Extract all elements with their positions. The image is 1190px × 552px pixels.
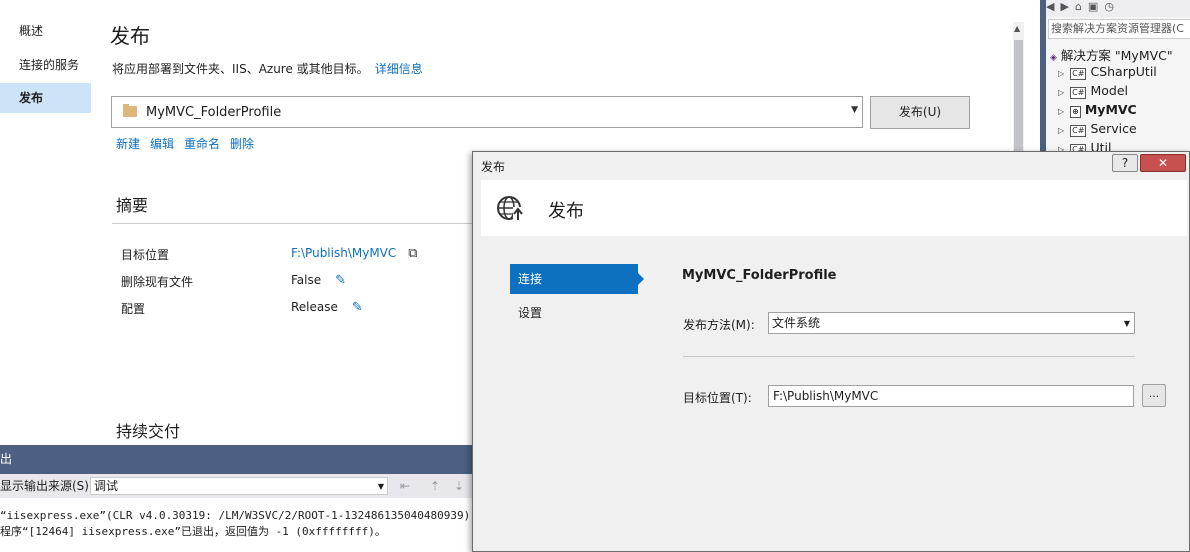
output-title-bar: 出 <box>0 445 480 474</box>
dialog-title: 发布 <box>481 160 506 174</box>
history-icon[interactable]: ◷ <box>1104 0 1114 13</box>
edit-pencil-icon[interactable]: ✎ <box>335 273 346 288</box>
solution-label: 解决方案 "MyMVC" <box>1060 48 1173 63</box>
csharp-project-icon: C# <box>1070 87 1087 99</box>
back-icon[interactable]: ◀ <box>1046 0 1054 13</box>
dialog-body: 连接 设置 MyMVC_FolderProfile 发布方法(M): 文件系统 … <box>481 238 1187 551</box>
output-toolbar: 显示输出来源(S): 调试 ▼ ⇤ ⇡ ⇣ <box>0 474 480 498</box>
details-link[interactable]: 详细信息 <box>375 62 423 76</box>
output-source-value: 调试 <box>94 479 119 493</box>
summary-value-delete-existing: False ✎ <box>291 273 346 288</box>
page-description: 将应用部署到文件夹、IIS、Azure 或其他目标。 详细信息 <box>112 60 423 77</box>
project-label: CSharpUtil <box>1090 64 1157 79</box>
description-text: 将应用部署到文件夹、IIS、Azure 或其他目标。 <box>112 62 369 76</box>
output-line: “iisexpress.exe”(CLR v4.0.30319: /LM/W3S… <box>0 509 506 522</box>
new-profile-link[interactable]: 新建 <box>116 137 140 151</box>
profile-select-value: MyMVC_FolderProfile <box>146 105 282 120</box>
tree-item[interactable]: ▷ ⊕ MyMVC <box>1058 102 1137 118</box>
publish-method-select[interactable]: 文件系统 ▼ <box>768 312 1135 334</box>
nav-item-connected-services[interactable]: 连接的服务 <box>0 50 91 80</box>
output-source-select[interactable]: 调试 ▼ <box>90 477 388 495</box>
summary-value-target: F:\Publish\MyMVC ⧉ <box>291 246 418 261</box>
delete-existing-value: False <box>291 273 322 287</box>
publish-dialog: 发布 ? ✕ 发布 连接 设置 MyMVC_FolderProfile 发布方法… <box>472 151 1190 552</box>
expand-arrow-icon[interactable]: ▷ <box>1058 69 1064 78</box>
view-switch-icon[interactable]: ▣ <box>1088 0 1098 13</box>
target-location-input[interactable]: F:\Publish\MyMVC <box>768 385 1134 407</box>
nav-item-publish[interactable]: 发布 <box>0 83 91 113</box>
dialog-titlebar[interactable]: 发布 ? ✕ <box>473 152 1189 178</box>
left-nav: 概述 连接的服务 发布 <box>0 0 92 445</box>
profile-select[interactable]: MyMVC_FolderProfile ▼ <box>111 96 863 128</box>
project-label: Model <box>1090 83 1128 98</box>
target-location-label: 目标位置(T): <box>683 391 752 405</box>
csharp-project-icon: C# <box>1070 125 1087 137</box>
close-icon: ✕ <box>1157 156 1169 170</box>
continuous-delivery-heading: 持续交付 <box>116 422 181 441</box>
summary-label-configuration: 配置 <box>121 302 146 316</box>
dialog-divider <box>683 356 1135 357</box>
dialog-heading: 发布 <box>548 201 584 222</box>
page-title: 发布 <box>110 24 150 48</box>
publish-button[interactable]: 发布(U) <box>870 96 970 129</box>
summary-divider <box>112 223 472 224</box>
scrollbar-thumb[interactable] <box>1014 40 1023 160</box>
configuration-value: Release <box>291 300 338 314</box>
profile-actions: 新建 编辑 重命名 删除 <box>116 135 264 152</box>
summary-label-target: 目标位置 <box>121 248 170 262</box>
globe-publish-icon <box>497 196 524 221</box>
target-location-link[interactable]: F:\Publish\MyMVC <box>291 246 396 260</box>
expand-arrow-icon[interactable]: ▷ <box>1058 107 1064 116</box>
tab-connect[interactable]: 连接 <box>510 264 644 294</box>
publish-method-value: 文件系统 <box>772 316 821 330</box>
forward-icon[interactable]: ▶ <box>1060 0 1068 13</box>
project-label: Service <box>1090 121 1137 136</box>
home-icon[interactable]: ⌂ <box>1075 0 1082 13</box>
edit-pencil-icon[interactable]: ✎ <box>352 300 363 315</box>
dialog-profile-name: MyMVC_FolderProfile <box>682 268 837 283</box>
solution-explorer-toolbar: ◀ ▶ ⌂ ▣ ◷ <box>1046 0 1190 17</box>
delete-profile-link[interactable]: 删除 <box>230 137 254 151</box>
help-button[interactable]: ? <box>1112 154 1138 172</box>
summary-heading: 摘要 <box>116 196 149 215</box>
tab-settings[interactable]: 设置 <box>518 304 542 321</box>
project-label: MyMVC <box>1084 102 1137 117</box>
close-button[interactable]: ✕ <box>1140 154 1186 172</box>
rename-profile-link[interactable]: 重命名 <box>184 137 220 151</box>
solution-icon: ◈ <box>1050 53 1057 63</box>
solution-node[interactable]: ◈ 解决方案 "MyMVC" <box>1050 45 1173 64</box>
scroll-up-icon[interactable]: ▲ <box>1014 24 1020 33</box>
copy-icon[interactable]: ⧉ <box>408 246 417 261</box>
summary-value-configuration: Release ✎ <box>291 300 363 315</box>
browse-button[interactable]: ... <box>1142 384 1166 407</box>
folder-icon <box>123 104 137 117</box>
output-source-label: 显示输出来源(S): <box>0 479 94 493</box>
expand-arrow-icon[interactable]: ▷ <box>1058 88 1064 97</box>
tree-item[interactable]: ▷ C# Model <box>1058 83 1128 99</box>
solution-search-input[interactable]: 搜索解决方案资源管理器(C <box>1048 19 1190 39</box>
nav-item-overview[interactable]: 概述 <box>0 16 91 46</box>
summary-label-delete-existing: 删除现有文件 <box>121 275 194 289</box>
web-project-icon: ⊕ <box>1070 106 1081 118</box>
csharp-project-icon: C# <box>1070 68 1087 80</box>
output-line: 程序“[12464] iisexpress.exe”已退出，返回值为 -1 (0… <box>0 525 386 538</box>
output-pane: 出 显示输出来源(S): 调试 ▼ ⇤ ⇡ ⇣ “iisexpress.exe”… <box>0 445 505 552</box>
expand-arrow-icon[interactable]: ▷ <box>1058 126 1064 135</box>
dialog-header: 发布 <box>481 180 1187 236</box>
chevron-down-icon: ▼ <box>851 105 858 115</box>
edit-profile-link[interactable]: 编辑 <box>150 137 174 151</box>
next-message-icon[interactable]: ⇣ <box>454 474 464 498</box>
tree-item[interactable]: ▷ C# Service <box>1058 121 1137 137</box>
chevron-down-icon: ▼ <box>377 482 384 491</box>
publish-method-label: 发布方法(M): <box>683 318 755 332</box>
goto-message-icon[interactable]: ⇤ <box>400 474 410 498</box>
solution-explorer: ◀ ▶ ⌂ ▣ ◷ 搜索解决方案资源管理器(C ◈ 解决方案 "MyMVC" ▷ C# CSh… <box>1040 0 1190 160</box>
tree-item[interactable]: ▷ C# CSharpUtil <box>1058 64 1157 80</box>
previous-message-icon[interactable]: ⇡ <box>430 474 440 498</box>
chevron-down-icon: ▼ <box>1123 319 1130 328</box>
